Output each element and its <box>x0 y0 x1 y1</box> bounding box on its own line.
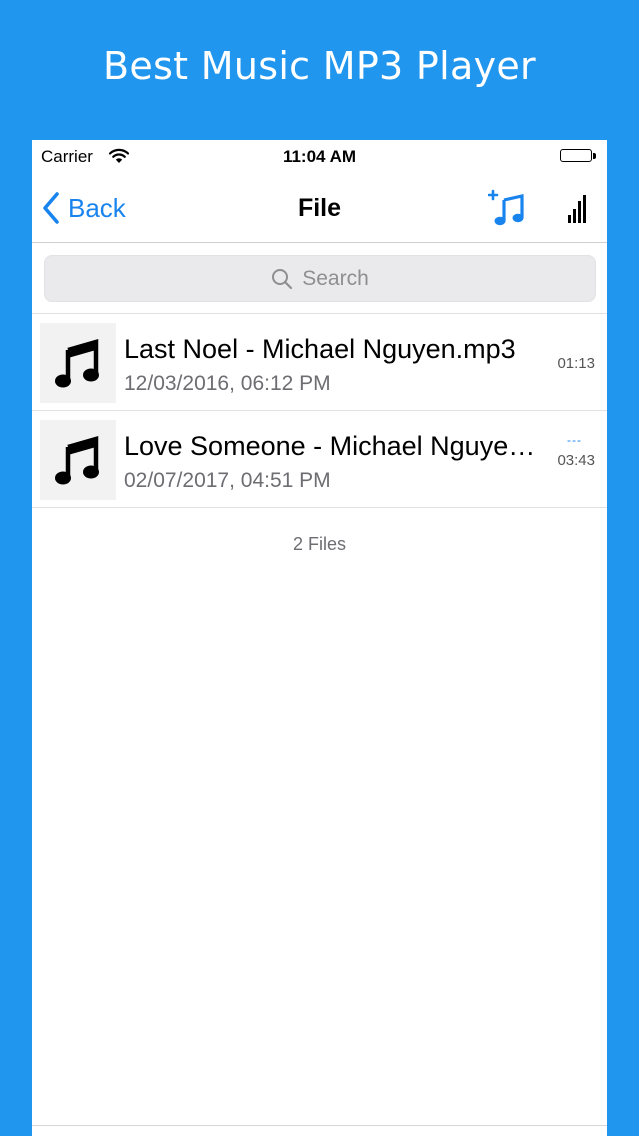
add-music-button[interactable] <box>487 188 528 228</box>
file-duration: 03:43 <box>557 452 595 469</box>
battery-icon <box>560 149 592 162</box>
promo-title: Best Music MP3 Player <box>103 44 536 88</box>
search-icon <box>272 268 293 289</box>
navigation-bar: Back File <box>32 176 607 243</box>
file-name: Love Someone - Michael Nguyen.mp3 <box>124 431 544 461</box>
music-note-icon <box>40 323 116 403</box>
file-name: Last Noel - Michael Nguyen.mp3 <box>124 334 516 364</box>
now-playing-indicator: --- <box>567 433 582 447</box>
file-date: 02/07/2017, 04:51 PM <box>124 469 331 492</box>
battery-tip <box>593 153 596 159</box>
add-music-icon <box>487 189 524 226</box>
status-bar: Carrier 11:04 AM <box>32 140 607 174</box>
phone-screen: Carrier 11:04 AM Back File Search Last N… <box>32 140 607 1136</box>
bottom-divider <box>32 1125 607 1126</box>
file-row[interactable]: Love Someone - Michael Nguyen.mp3 02/07/… <box>32 411 607 508</box>
signal-bars-button[interactable] <box>566 193 586 223</box>
files-count-label: 2 Files <box>292 534 346 554</box>
search-placeholder: Search <box>302 266 369 290</box>
search-bar: Search <box>32 243 607 314</box>
music-note-icon <box>40 420 116 500</box>
file-date: 12/03/2016, 06:12 PM <box>124 372 331 395</box>
signal-bars-icon <box>568 195 586 223</box>
file-duration: 01:13 <box>557 355 595 372</box>
file-list: Last Noel - Michael Nguyen.mp3 12/03/201… <box>32 314 607 508</box>
search-input[interactable]: Search <box>44 255 596 302</box>
file-row[interactable]: Last Noel - Michael Nguyen.mp3 12/03/201… <box>32 314 607 411</box>
status-time: 11:04 AM <box>282 147 357 166</box>
